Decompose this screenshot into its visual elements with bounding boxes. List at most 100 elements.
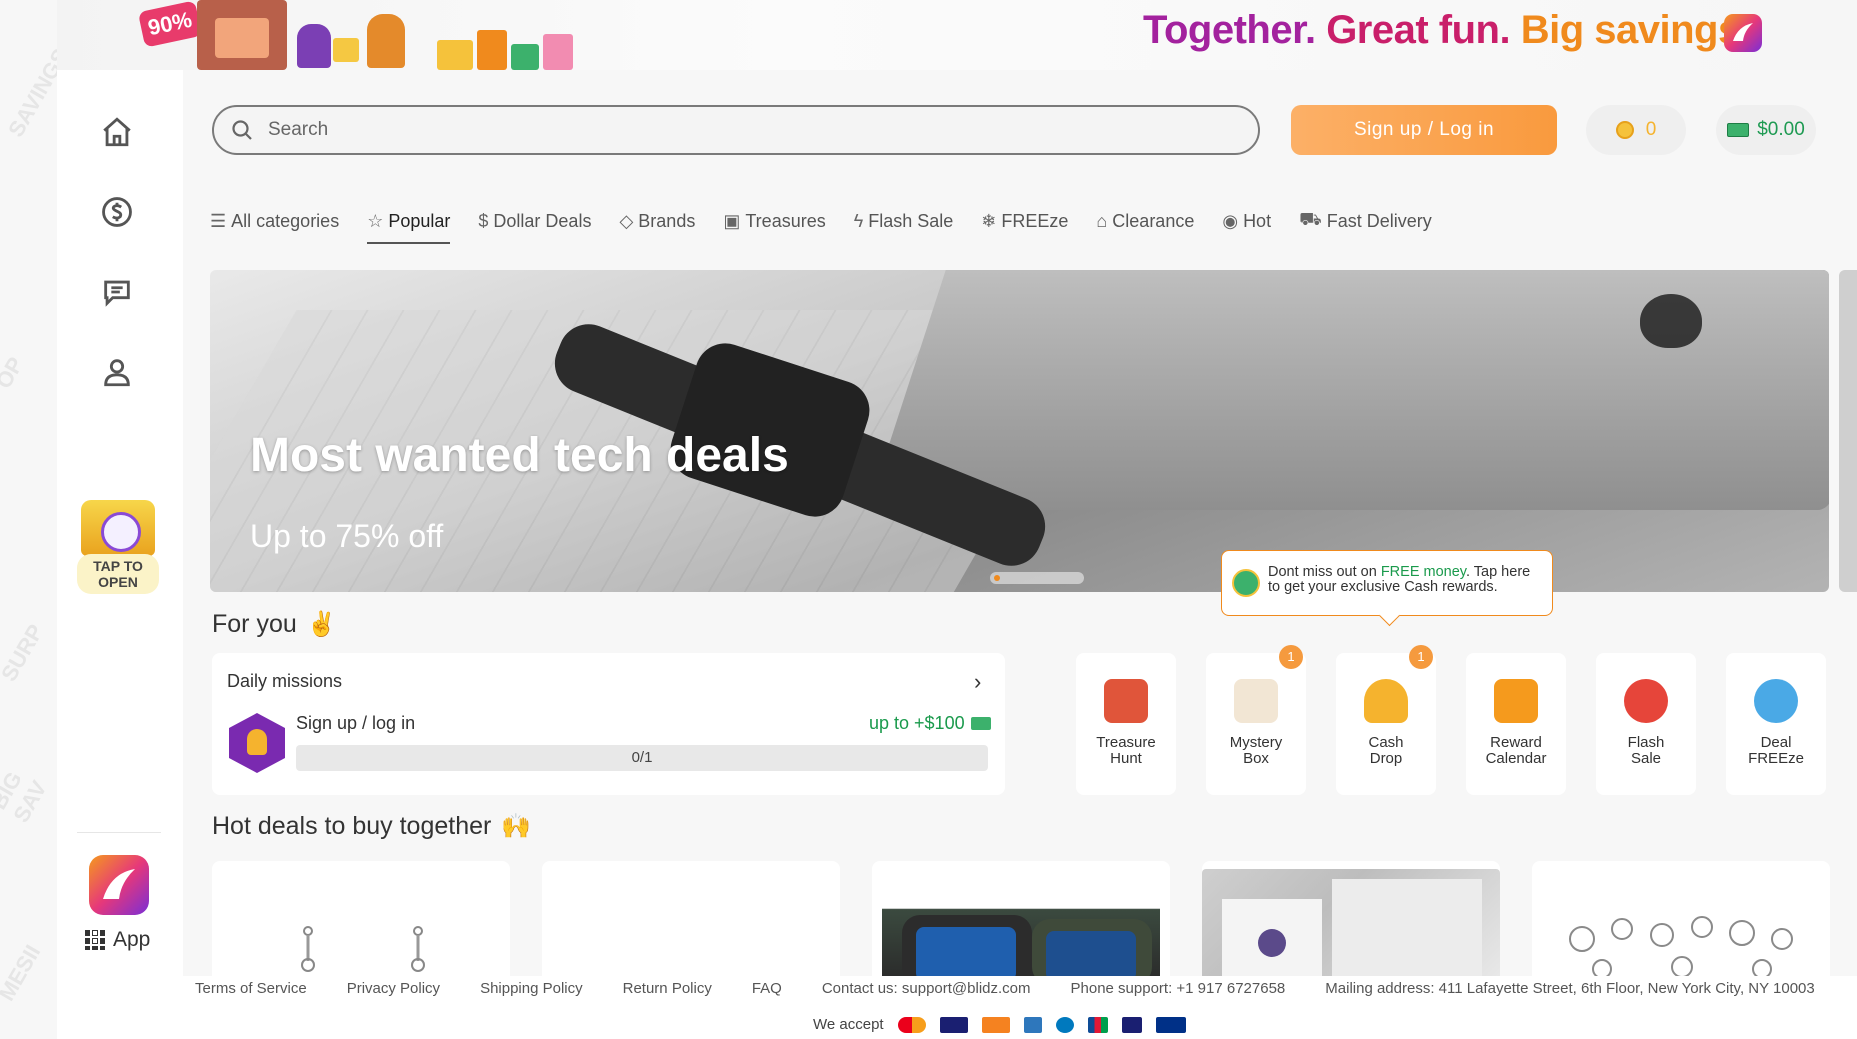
category-brands[interactable]: ◇ Brands [619,198,695,244]
fire-icon: ◉ [1222,210,1239,231]
apple-logo-icon [1640,294,1702,348]
sidebar: TAP TO OPEN App [57,70,183,1039]
category-label: Brands [638,210,696,231]
coins-balance[interactable]: 0 [1586,105,1686,155]
tagline-part-3: Big savings. [1520,8,1751,52]
chat-icon[interactable] [97,272,137,312]
for-you-title: For you [212,610,297,638]
notification-badge: 1 [1409,645,1433,669]
category-label: Flash Sale [868,210,954,231]
footer-phone: Phone support: +1 917 6727658 [1070,980,1286,997]
sidebar-divider [77,832,161,833]
product-image [552,869,830,981]
search-input[interactable] [268,119,1168,141]
for-you-heading: For you ✌ [212,610,337,639]
footer-link-faq[interactable]: FAQ [752,980,782,997]
category-all-categories[interactable]: ☰ All categories [210,198,339,244]
flash-icon: ϟ [853,210,864,231]
reward-calendar-card[interactable]: Reward Calendar [1466,653,1566,795]
cash-drop-icon [1232,569,1260,597]
footer: Terms of Service Privacy Policy Shipping… [183,976,1857,1039]
coins-value: 0 [1645,119,1657,140]
category-clearance[interactable]: ⌂ Clearance [1096,198,1194,244]
category-dollar-deals[interactable]: $ Dollar Deals [478,198,591,244]
chevron-right-icon[interactable]: › [974,669,981,695]
user-icon[interactable] [97,352,137,392]
category-flash-sale[interactable]: ϟ Flash Sale [854,198,954,244]
smartwatch-image [882,869,1160,981]
hot-deals-title: Hot deals to buy together [212,812,492,840]
feature-label: Deal FREEze [1748,734,1804,767]
cash-balance[interactable]: $0.00 [1716,105,1816,155]
footer-contact[interactable]: Contact us: support@blidz.com [822,980,1031,997]
category-treasures[interactable]: ▣ Treasures [723,198,825,244]
feature-label: Treasure Hunt [1096,734,1156,767]
tooltip-text-before: Dont miss out on [1268,564,1381,580]
cash-rewards-tooltip[interactable]: Dont miss out on FREE money. Tap here to… [1221,550,1553,616]
mission-label: Sign up / log in [296,713,416,733]
flash-sale-card[interactable]: Flash Sale [1596,653,1696,795]
footer-link-privacy[interactable]: Privacy Policy [347,980,440,997]
diners-icon [1055,1016,1074,1033]
next-banner-preview[interactable] [1839,270,1857,592]
earrings-image [222,869,500,981]
signup-login-button[interactable]: Sign up / Log in [1291,105,1557,155]
deal-freeze-card[interactable]: Deal FREEze [1726,653,1826,795]
footer-link-shipping[interactable]: Shipping Policy [480,980,583,997]
qr-code-icon [85,930,105,950]
hot-deals-heading: Hot deals to buy together 🙌 [212,812,531,841]
diamond-icon: ◇ [619,210,634,231]
cash-icon [970,717,991,730]
daily-missions-card[interactable]: Daily missions › Sign up / log in up to … [212,653,1005,795]
app-logo[interactable] [89,855,149,915]
dollar-icon: $ [478,210,489,231]
cash-drop-card[interactable]: 1 Cash Drop [1336,645,1436,795]
category-fast-delivery[interactable]: ⛟ Fast Delivery [1299,198,1432,244]
treasure-chest-button[interactable]: TAP TO OPEN [77,500,159,596]
dollar-icon[interactable] [97,192,137,232]
category-hot[interactable]: ◉ Hot [1222,198,1271,244]
cash-icon [1727,123,1750,137]
feature-label: Mystery Box [1229,734,1283,767]
calendar-icon [1494,679,1538,723]
category-label: Dollar Deals [493,210,592,231]
category-label: All categories [231,210,340,231]
category-label: Hot [1243,210,1272,231]
mystery-box-card[interactable]: 1 Mystery Box [1206,645,1306,795]
treasure-icon: ▣ [723,210,741,231]
star-icon: ☆ [367,210,384,231]
unionpay-icon [1121,1016,1142,1033]
tagline: Together. Great fun. Big savings. [1143,8,1751,53]
home-icon[interactable] [97,112,137,152]
treasure-hunt-card[interactable]: Treasure Hunt [1076,653,1176,795]
tooltip-highlight: FREE money [1380,564,1466,580]
feature-label: Flash Sale [1627,734,1665,767]
category-freeze[interactable]: ❄ FREEze [981,198,1068,244]
product-card[interactable] [542,861,840,981]
tagline-part-1: Together. [1143,8,1316,52]
payment-methods: We accept [813,1016,1186,1033]
search-bar[interactable] [212,105,1260,155]
product-card[interactable] [872,861,1170,981]
product-card[interactable] [1202,861,1500,981]
victory-hand-icon: ✌ [306,611,337,638]
background-decoration: SAVINGS OP SURP BIG SAV MESII [0,0,57,1039]
footer-link-return[interactable]: Return Policy [623,980,712,997]
we-accept-label: We accept [813,1016,884,1033]
top-promo-banner[interactable]: 90% Together. Great fun. Big savings. [57,0,1857,70]
mastercard-icon [897,1016,926,1033]
shop-illustration [197,0,287,70]
hero-banner[interactable]: Most wanted tech deals Up to 75% off [210,270,1829,592]
app-download-link[interactable]: App [85,928,150,952]
mission-reward-text: up to +$100 [869,713,965,733]
footer-link-terms[interactable]: Terms of Service [195,980,307,997]
carousel-indicator[interactable] [990,572,1084,584]
category-popular[interactable]: ☆ Popular [367,198,451,244]
tagline-part-2: Great fun. [1326,8,1511,52]
product-card[interactable] [1532,861,1830,981]
search-icon [232,120,252,140]
gifts-illustration [437,26,577,70]
coin-icon [1615,121,1634,139]
product-card[interactable] [212,861,510,981]
cash-value: $0.00 [1757,119,1805,140]
